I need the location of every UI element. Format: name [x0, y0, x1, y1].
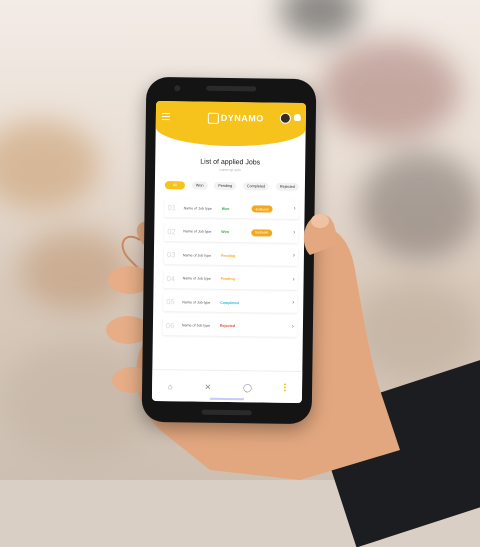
brand-logo: DYNAMO [207, 112, 264, 125]
job-status: Rejected [219, 323, 235, 329]
phone-screen: DYNAMO List of applied Jobs Lorem ip sum… [151, 100, 307, 404]
app-header: DYNAMO [155, 100, 307, 148]
avatar[interactable] [279, 112, 291, 124]
job-row[interactable]: 06 Name of Job type Rejected › [162, 315, 298, 337]
earpiece [206, 85, 257, 92]
filter-completed[interactable]: Completed [242, 182, 270, 191]
filter-all[interactable]: All [164, 181, 186, 190]
profile-icon[interactable]: ◯ [243, 383, 252, 392]
job-number: 01 [167, 203, 176, 213]
filter-won[interactable]: Won [191, 181, 208, 190]
job-type: Name of Job type [182, 252, 212, 258]
job-type: Name of Job type [183, 205, 212, 211]
job-row[interactable]: 04 Name of Job type Pending › [163, 268, 298, 290]
job-row[interactable]: 03 Name of Job type Pending › [163, 245, 299, 266]
job-type: Name of Job type [181, 323, 211, 328]
job-number: 05 [166, 297, 175, 307]
job-number: 06 [165, 320, 175, 330]
job-status: Won [221, 206, 230, 211]
front-camera [174, 85, 181, 92]
home-icon[interactable]: ⌂ [168, 382, 173, 391]
bottom-speaker [201, 409, 252, 416]
logo-icon [207, 112, 219, 124]
job-number: 02 [167, 226, 176, 236]
menu-icon[interactable] [161, 113, 170, 121]
job-row[interactable]: 02 Name of Job type Won Evaluate › [164, 221, 299, 243]
job-type: Name of Job type [182, 299, 211, 305]
job-status: Completed [220, 300, 239, 305]
brand-name: DYNAMO [220, 112, 264, 124]
filter-rejected[interactable]: Rejected [275, 182, 299, 191]
job-row[interactable]: 01 Name of Job type Won Evaluate › [164, 198, 299, 219]
job-type: Name of Job type [182, 276, 211, 281]
evaluate-button[interactable]: Evaluate [251, 205, 273, 213]
tools-icon[interactable]: ✕ [205, 382, 212, 391]
blur-shape [320, 40, 460, 140]
job-number: 04 [166, 273, 176, 283]
job-status: Pending [220, 276, 235, 282]
job-row[interactable]: 05 Name of Job type Completed › [163, 292, 298, 313]
chevron-right-icon: › [292, 299, 295, 306]
page-subtitle: Lorem ip sum [219, 167, 241, 173]
job-status: Won [221, 229, 230, 234]
blur-shape [280, 0, 360, 40]
chevron-right-icon: › [291, 323, 294, 330]
blur-shape [0, 120, 100, 210]
job-type: Name of Job type [183, 229, 212, 234]
thumb [303, 214, 337, 255]
job-status: Pending [220, 253, 236, 258]
page-title: List of applied Jobs [200, 158, 261, 167]
bell-icon[interactable] [293, 113, 301, 121]
job-number: 03 [166, 250, 176, 260]
evaluate-button[interactable]: Evaluate [251, 228, 273, 237]
job-list: 01 Name of Job type Won Evaluate › 02 Na… [162, 198, 299, 341]
filter-tabs: All Won Pending Completed Rejected [164, 181, 299, 191]
more-icon[interactable]: • • • [284, 381, 287, 394]
chevron-right-icon: › [292, 276, 295, 283]
filter-pending[interactable]: Pending [214, 181, 237, 191]
